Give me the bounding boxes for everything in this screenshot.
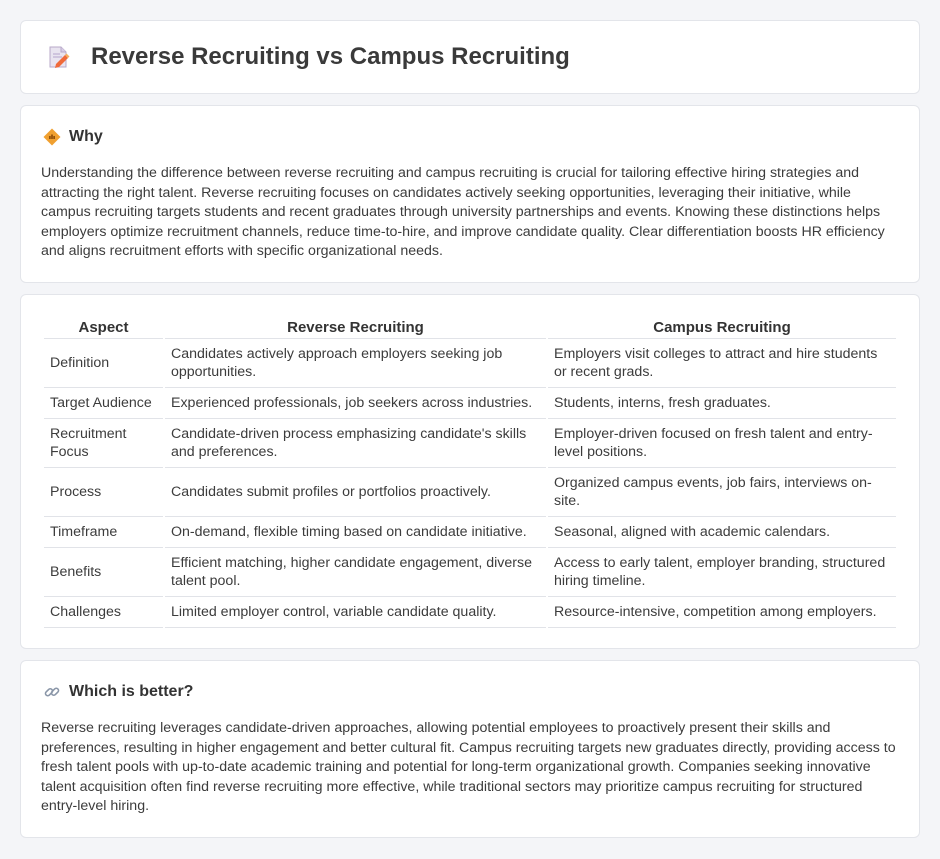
campus-cell: Seasonal, aligned with academic calendar…: [548, 517, 896, 548]
column-header-campus: Campus Recruiting: [548, 313, 896, 339]
reverse-cell: Limited employer control, variable candi…: [165, 597, 546, 628]
aspect-cell: Recruitment Focus: [44, 419, 163, 468]
table-row: Recruitment Focus Candidate-driven proce…: [44, 419, 896, 468]
reverse-cell: On-demand, flexible timing based on cand…: [165, 517, 546, 548]
better-section: Which is better? Reverse recruiting leve…: [20, 659, 920, 838]
reverse-cell: Efficient matching, higher candidate eng…: [165, 548, 546, 597]
aspect-cell: Definition: [44, 339, 163, 388]
campus-cell: Employer-driven focused on fresh talent …: [548, 419, 896, 468]
page-title: Reverse Recruiting vs Campus Recruiting: [91, 43, 570, 70]
reverse-cell: Experienced professionals, job seekers a…: [165, 388, 546, 419]
table-row: Process Candidates submit profiles or po…: [44, 468, 896, 517]
title-card: Reverse Recruiting vs Campus Recruiting: [20, 20, 920, 94]
better-heading-row: Which is better?: [41, 683, 899, 701]
table-row: Benefits Efficient matching, higher cand…: [44, 548, 896, 597]
why-section: Why Understanding the difference between…: [20, 105, 920, 283]
comparison-table: Aspect Reverse Recruiting Campus Recruit…: [42, 313, 898, 628]
aspect-cell: Process: [44, 468, 163, 517]
campus-cell: Students, interns, fresh graduates.: [548, 388, 896, 419]
table-row: Definition Candidates actively approach …: [44, 339, 896, 388]
column-header-reverse: Reverse Recruiting: [165, 313, 546, 339]
aspect-cell: Timeframe: [44, 517, 163, 548]
reverse-cell: Candidate-driven process emphasizing can…: [165, 419, 546, 468]
why-heading-row: Why: [41, 128, 899, 146]
column-header-aspect: Aspect: [44, 313, 163, 339]
table-header-row: Aspect Reverse Recruiting Campus Recruit…: [44, 313, 896, 339]
campus-cell: Employers visit colleges to attract and …: [548, 339, 896, 388]
link-icon: [43, 683, 61, 701]
diamond-signal-icon: [43, 128, 61, 146]
why-paragraph: Understanding the difference between rev…: [41, 165, 885, 260]
reverse-cell: Candidates submit profiles or portfolios…: [165, 468, 546, 517]
campus-cell: Organized campus events, job fairs, inte…: [548, 468, 896, 517]
comparison-section: Aspect Reverse Recruiting Campus Recruit…: [20, 293, 920, 649]
why-heading: Why: [69, 128, 103, 145]
aspect-cell: Target Audience: [44, 388, 163, 419]
aspect-cell: Benefits: [44, 548, 163, 597]
better-heading: Which is better?: [69, 682, 194, 700]
table-row: Timeframe On-demand, flexible timing bas…: [44, 517, 896, 548]
table-row: Target Audience Experienced professional…: [44, 388, 896, 419]
table-row: Challenges Limited employer control, var…: [44, 597, 896, 628]
document-pen-icon: [43, 42, 73, 72]
better-paragraph: Reverse recruiting leverages candidate-d…: [41, 719, 896, 815]
reverse-cell: Candidates actively approach employers s…: [165, 339, 546, 388]
aspect-cell: Challenges: [44, 597, 163, 628]
campus-cell: Resource-intensive, competition among em…: [548, 597, 896, 628]
campus-cell: Access to early talent, employer brandin…: [548, 548, 896, 597]
